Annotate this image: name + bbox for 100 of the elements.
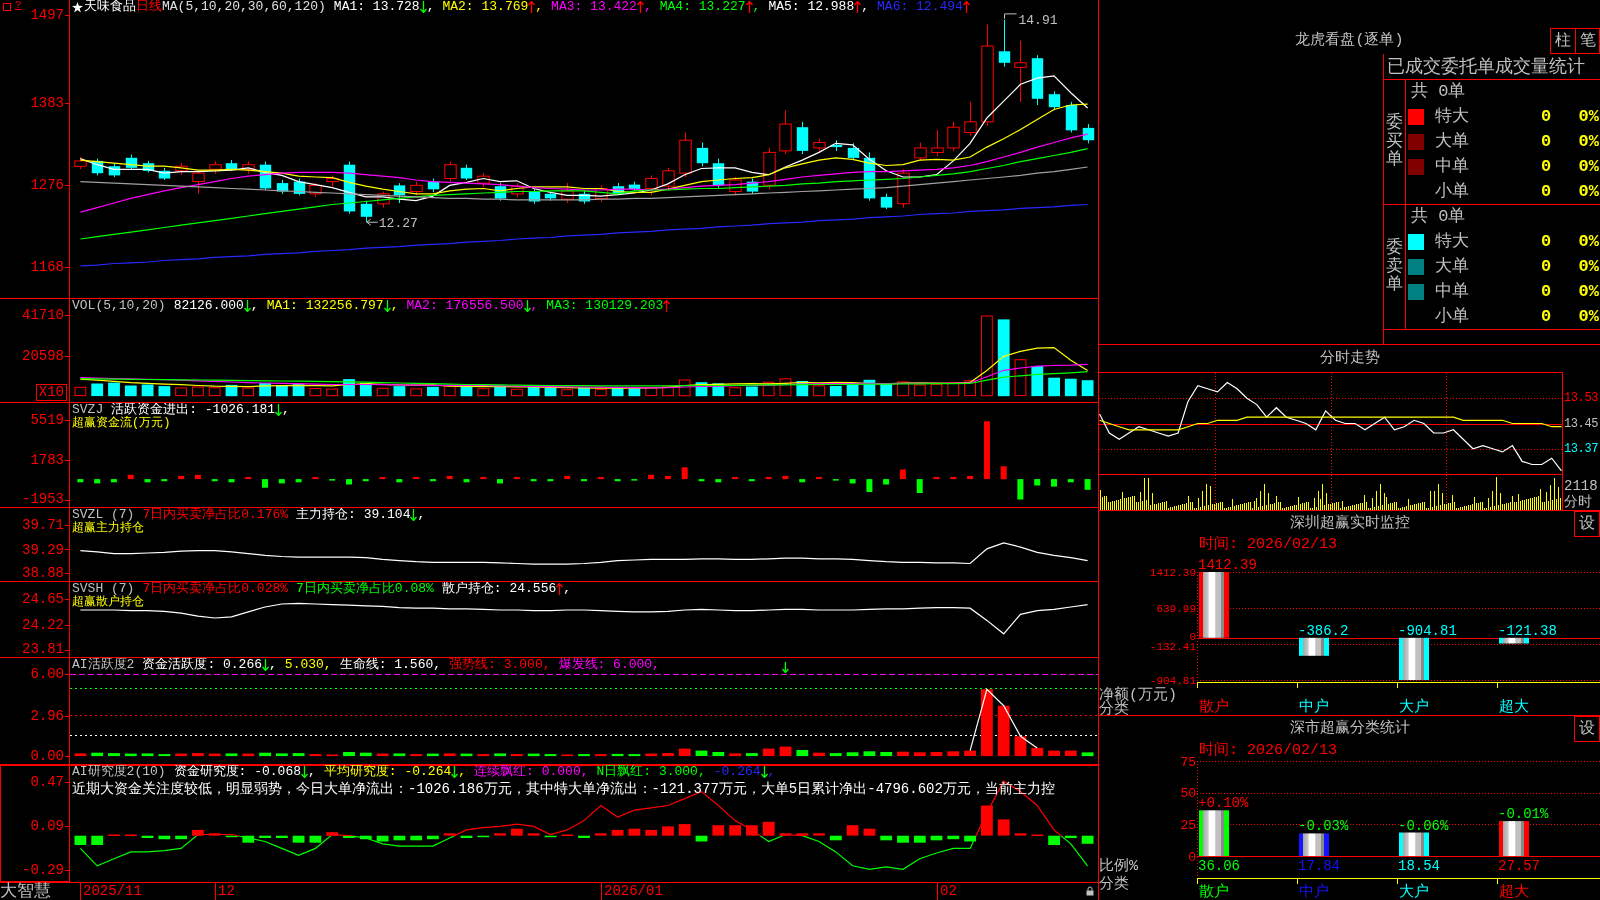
volume-bar [124, 385, 137, 397]
separator-text: , [458, 765, 467, 779]
indicator-bar [262, 479, 268, 488]
settings-button[interactable]: 设 [1574, 511, 1600, 537]
volume-bar [309, 388, 322, 397]
count-value: 0 [1540, 181, 1552, 202]
toolbar-button[interactable]: 笔 [1575, 28, 1600, 54]
indicator-bar [799, 479, 806, 483]
indicator-bar [997, 705, 1010, 757]
value-label: 17.84 [1298, 858, 1340, 874]
indicator-bar [662, 753, 674, 757]
settings-button[interactable]: 设 [1574, 716, 1600, 742]
indicator-bar [477, 835, 490, 838]
candlestick [158, 167, 171, 181]
indicator-bar [762, 748, 775, 757]
volume-bar [443, 385, 456, 397]
indicator-bar [276, 835, 288, 838]
change-label: -0.01% [1498, 806, 1549, 823]
candlestick [830, 139, 843, 152]
change-label: +0.10% [1198, 795, 1249, 812]
volume-bar [477, 388, 490, 397]
indicator-bar [678, 748, 691, 757]
candlestick [1065, 101, 1078, 133]
candlestick [914, 142, 927, 162]
indicator-bar [544, 754, 557, 757]
readout-text: MA2: 13.769 [442, 0, 529, 14]
candlestick [998, 19, 1011, 68]
indicator-bar [863, 751, 876, 757]
indicator-bar [359, 752, 372, 757]
candlestick [309, 182, 322, 198]
indicator-bar [930, 752, 943, 757]
indicator-bar [947, 751, 960, 757]
volume-bar [527, 386, 540, 397]
axis-label: 41710 [22, 307, 64, 324]
indicator-bar [329, 479, 336, 481]
volume-bar [91, 383, 104, 397]
toolbar-button[interactable]: 柱 [1550, 28, 1575, 54]
axis-label: 25 [1180, 818, 1196, 833]
indicator-bar [108, 753, 120, 757]
indicator-bar [379, 477, 386, 480]
value-label: -904.81 [1398, 622, 1457, 639]
indicator-bar [880, 835, 893, 841]
volume-bar [662, 385, 674, 397]
readout-text: 7日内买卖净占比0.028% [142, 582, 289, 596]
volume-bar [813, 385, 825, 397]
candlestick [897, 168, 910, 209]
indicator-bar [158, 835, 171, 840]
indicator-bar [410, 754, 423, 757]
axis-label: 50 [1180, 786, 1196, 802]
indicator-bar [832, 479, 839, 481]
indicator-bar [594, 754, 607, 757]
indicator-bar [712, 825, 725, 836]
candlestick [460, 164, 473, 181]
indicator-bar [883, 479, 890, 485]
volume-bar [376, 387, 389, 397]
category-label: 超大 [1499, 699, 1529, 716]
indicator-bar [913, 752, 926, 757]
square-icon [3, 3, 11, 11]
candlestick [662, 167, 675, 191]
count-value: 0 [1540, 156, 1552, 177]
candlestick [1048, 90, 1061, 111]
help-mark[interactable]: ? [15, 0, 22, 11]
category-label: 大户 [1399, 699, 1429, 716]
indicator-bar [309, 754, 322, 757]
indicator-bar [194, 474, 201, 480]
star-icon [72, 1, 83, 13]
indicator-bar [779, 746, 792, 757]
indicator-bar [225, 753, 238, 757]
indicator-bar [477, 754, 490, 757]
indicator-bar [278, 479, 285, 484]
axis-label: 38.88 [22, 565, 64, 581]
indicator-bar [581, 479, 587, 482]
candlestick [595, 184, 608, 203]
separator-text: , [308, 765, 316, 779]
percent-value: 0% [1578, 107, 1599, 128]
indicator-bar [1031, 747, 1044, 757]
indicator-bar [1081, 752, 1094, 757]
indicator-bar [124, 834, 137, 836]
axis-label: 75 [1180, 754, 1196, 770]
indicator-bar [715, 479, 722, 483]
indicator-bar [1034, 479, 1041, 486]
axis-label: 5519 [30, 412, 64, 428]
percent-value: 0% [1578, 156, 1599, 177]
indicator-bar [178, 475, 185, 480]
candlestick [242, 161, 255, 175]
candlestick [511, 182, 524, 198]
indicator-bar [124, 753, 137, 757]
indicator-bar [698, 479, 705, 482]
row-label: 大单 [1435, 132, 1469, 152]
indicator-bar [950, 477, 957, 480]
indicator-bar [494, 833, 506, 836]
candlestick [813, 138, 826, 152]
indicator-bar [816, 477, 822, 480]
date-label: 12 [215, 883, 235, 900]
indicator-bar [611, 753, 624, 757]
volume-bar [561, 389, 574, 397]
indicator-bar [981, 805, 993, 836]
indicator-bar [1014, 833, 1027, 836]
bar [1299, 637, 1329, 656]
indicator-bar [748, 479, 755, 482]
